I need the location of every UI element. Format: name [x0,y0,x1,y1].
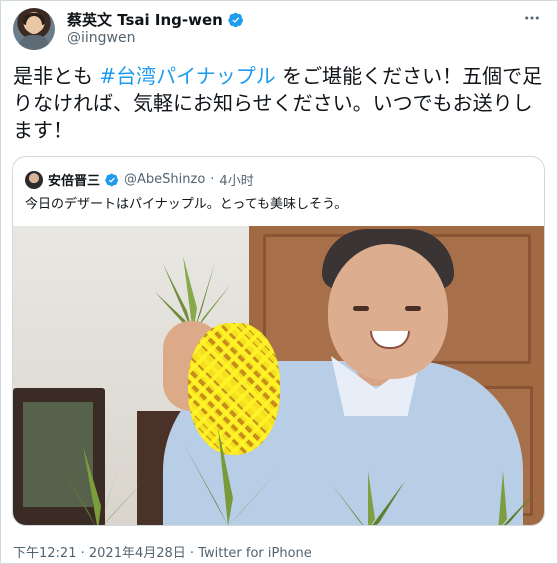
quoted-author-name: 安倍晋三 [48,174,101,189]
quoted-tweet-header: 安倍晋三 @AbeShinzo · 4小时 [25,170,254,189]
quoted-time: 4小时 [219,174,254,189]
verified-badge-icon [228,12,243,27]
quoted-tweet[interactable]: 安倍晋三 @AbeShinzo · 4小时 今日のデザートはパイナップル。とって… [12,156,545,526]
quoted-tweet-text: 今日のデザートはパイナップル。とっても美味しそう。 [25,197,348,212]
verified-badge-icon [105,173,119,186]
author-handle[interactable]: @iingwen [67,30,135,46]
tweet-footer: 下午12:21 · 2021年4月28日 · Twitter for iPhon… [13,542,312,561]
footer-separator: · [185,546,199,561]
footer-separator: · [76,546,89,561]
tweet-date[interactable]: 2021年4月28日 [89,546,186,561]
tweet-time[interactable]: 下午12:21 [13,546,76,561]
tweet-text: 是非とも #台湾パイナップル をご堪能ください！五個で足りなければ、気軽にお知ら… [13,63,548,144]
quoted-tweet-photo[interactable] [13,226,544,525]
tweet-card: 蔡英文 Tsai Ing-wen @iingwen 是非とも #台湾パイナップル… [0,0,558,564]
author-display-name[interactable]: 蔡英文 Tsai Ing-wen [67,9,223,30]
tweet-text-part-1: 是非とも [13,64,100,88]
hashtag-link[interactable]: #台湾パイナップル [99,64,275,88]
quoted-author-handle: @AbeShinzo [124,172,206,187]
tweet-source[interactable]: Twitter for iPhone [198,546,312,561]
quoted-separator: · [210,172,215,187]
author-avatar[interactable] [13,8,55,50]
quoted-author-avatar [25,170,43,189]
author-name-row[interactable]: 蔡英文 Tsai Ing-wen [67,9,244,30]
more-options-icon[interactable] [523,9,541,31]
